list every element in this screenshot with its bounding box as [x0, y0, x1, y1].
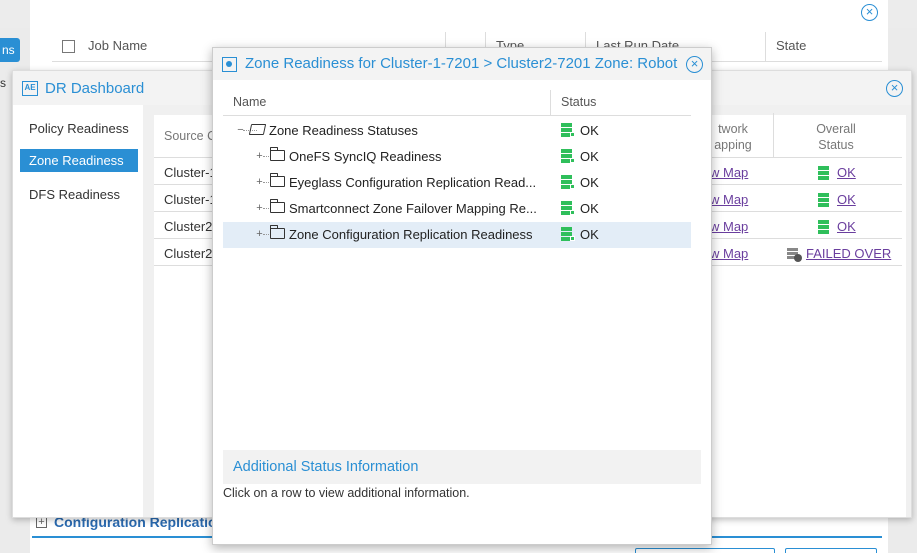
tree-row-eyeglass-config-replication[interactable]: + Eyeglass Configuration Replication Rea… — [223, 170, 691, 196]
row-4-status-link[interactable]: FAILED OVER — [806, 246, 891, 261]
nav-dfs-readiness[interactable]: DFS Readiness — [20, 183, 138, 206]
column-status[interactable]: Status — [561, 95, 596, 109]
tree-row-onefs-synciq-readiness[interactable]: + OneFS SyncIQ Readiness OK — [223, 144, 691, 170]
row-3-status-link[interactable]: OK — [837, 219, 856, 234]
failed-over-icon — [787, 248, 802, 262]
dialog-close-icon[interactable]: × — [686, 56, 703, 73]
jobs-footer-button-2[interactable] — [785, 548, 877, 553]
status-ok-icon — [818, 193, 832, 208]
row-4-source: Cluster2 — [164, 246, 213, 261]
row-3-view-map-link[interactable]: w Map — [710, 219, 748, 234]
column-divider — [550, 90, 551, 116]
additional-status-hint: Click on a row to view additional inform… — [223, 486, 470, 500]
tree-row-smartconnect-zone-failover[interactable]: + Smartconnect Zone Failover Mapping Re.… — [223, 196, 691, 222]
status-ok-icon — [561, 227, 575, 242]
expand-plus-icon[interactable]: + — [36, 517, 47, 528]
header-source[interactable]: Source C — [164, 128, 216, 144]
zone-readiness-dialog: Zone Readiness for Cluster-1-7201 > Clus… — [212, 47, 712, 545]
status-text: OK — [580, 175, 599, 190]
dr-sidebar: Policy Readiness Zone Readiness DFS Read… — [13, 105, 143, 517]
status-ok-icon — [561, 149, 575, 164]
folder-icon — [270, 225, 285, 239]
row-1-status-link[interactable]: OK — [837, 165, 856, 180]
row-2-source: Cluster-1 — [164, 192, 217, 207]
column-job-name[interactable]: Job Name — [78, 32, 147, 62]
folder-icon — [270, 199, 285, 213]
status-ok-icon — [818, 166, 832, 181]
tree-row-label: Zone Configuration Replication Readiness — [289, 227, 533, 242]
tree-row-label: Smartconnect Zone Failover Mapping Re... — [289, 201, 537, 216]
status-text: OK — [580, 123, 599, 138]
additional-status-header: Additional Status Information — [223, 450, 701, 484]
status-text: OK — [580, 149, 599, 164]
dr-dashboard-icon: AE — [22, 81, 38, 96]
row-4-view-map-link[interactable]: w Map — [710, 246, 748, 261]
tree-row-zone-readiness-statuses[interactable]: − Zone Readiness Statuses OK — [223, 118, 691, 144]
status-ok-icon — [818, 220, 832, 235]
jobs-side-text: s — [0, 76, 6, 90]
folder-icon — [270, 173, 285, 187]
nav-policy-readiness[interactable]: Policy Readiness — [20, 117, 138, 140]
tree-row-label: Eyeglass Configuration Replication Read.… — [289, 175, 537, 190]
column-state[interactable]: State — [765, 32, 806, 62]
row-1-source: Cluster-1 — [164, 165, 217, 180]
status-ok-icon — [561, 201, 575, 216]
tree-row-label: Zone Readiness Statuses — [269, 123, 418, 138]
dr-dashboard-title: DR Dashboard — [45, 80, 145, 97]
jobs-side-tab[interactable]: ns — [0, 38, 20, 62]
nav-zone-readiness[interactable]: Zone Readiness — [20, 149, 138, 172]
header-divider — [773, 113, 774, 157]
select-all-checkbox[interactable] — [62, 40, 75, 53]
jobs-close-icon[interactable]: × — [861, 4, 878, 21]
row-3-source: Cluster2 — [164, 219, 213, 234]
dialog-titlebar: Zone Readiness for Cluster-1-7201 > Clus… — [213, 48, 711, 80]
folder-icon — [270, 147, 285, 161]
status-ok-icon — [561, 123, 575, 138]
status-ok-icon — [561, 175, 575, 190]
dr-close-icon[interactable]: × — [886, 80, 903, 97]
row-2-view-map-link[interactable]: w Map — [710, 192, 748, 207]
additional-status-title: Additional Status Information — [233, 459, 419, 475]
tree-row-zone-config-replication[interactable]: + Zone Configuration Replication Readine… — [223, 222, 691, 248]
folder-open-icon — [248, 124, 267, 135]
dialog-title: Zone Readiness for Cluster-1-7201 > Clus… — [245, 55, 678, 72]
header-overall-status[interactable]: Overall Status — [793, 121, 879, 153]
status-text: OK — [580, 201, 599, 216]
tree-header: Name Status — [223, 90, 691, 116]
zone-readiness-icon — [222, 57, 237, 72]
row-2-status-link[interactable]: OK — [837, 192, 856, 207]
jobs-footer-button-1[interactable] — [635, 548, 775, 553]
status-text: OK — [580, 227, 599, 242]
column-name[interactable]: Name — [233, 95, 266, 109]
tree-row-label: OneFS SyncIQ Readiness — [289, 149, 442, 164]
row-1-view-map-link[interactable]: w Map — [710, 165, 748, 180]
header-network-mapping[interactable]: twork apping — [703, 121, 763, 153]
